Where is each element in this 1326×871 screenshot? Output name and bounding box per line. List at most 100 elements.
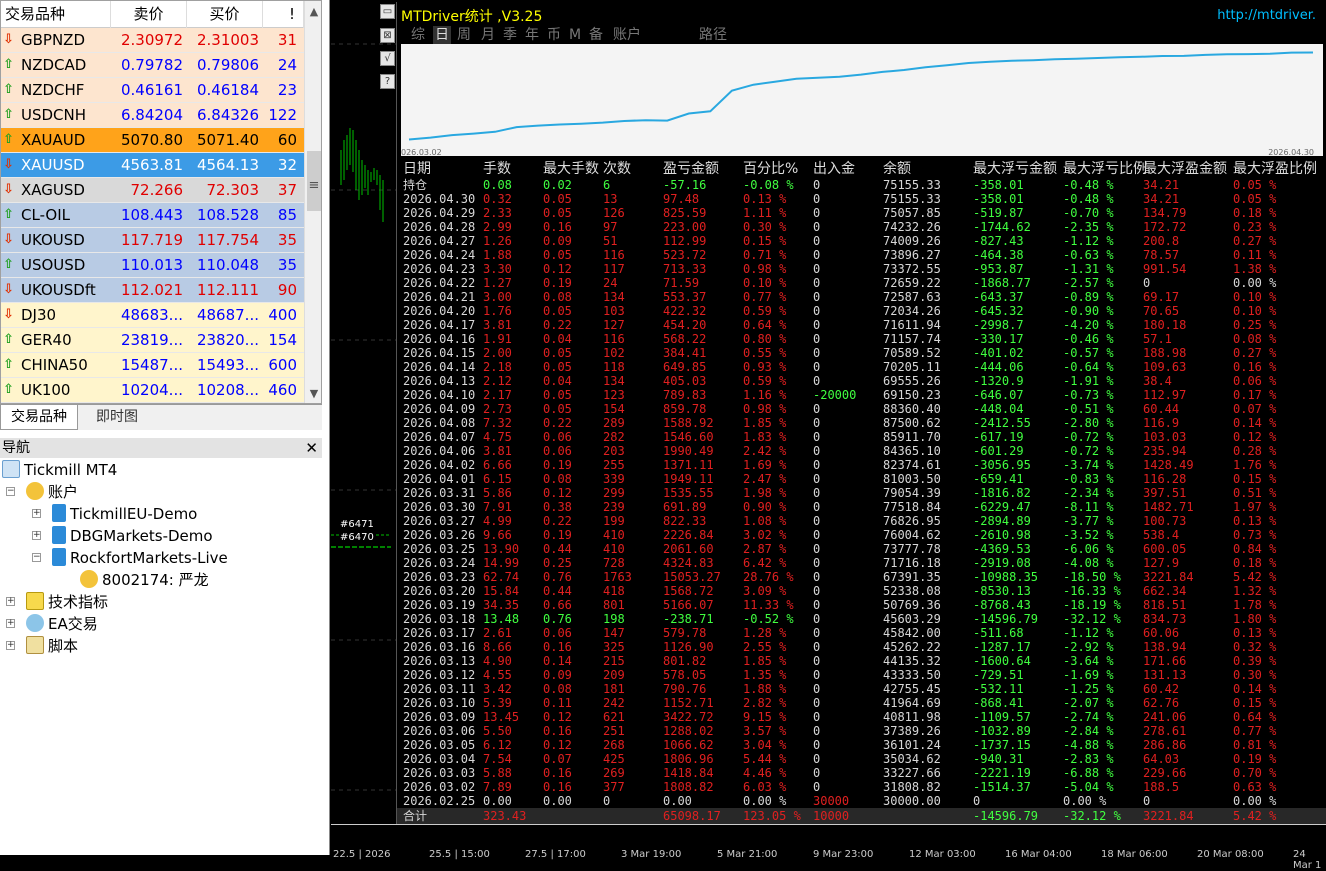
market-row[interactable]: ⇧ XAUAUD 5070.80 5071.40 60 bbox=[1, 128, 304, 153]
stats-cell: 523.72 bbox=[663, 248, 707, 262]
stats-tab[interactable]: M bbox=[569, 26, 581, 44]
stats-cell: 0.22 bbox=[543, 416, 572, 430]
ask-value: 72.303 bbox=[206, 181, 260, 199]
expand-indicators-icon[interactable]: + bbox=[6, 597, 15, 606]
stats-cell: 6.12 bbox=[483, 738, 512, 752]
market-row[interactable]: ⇧ CL-OIL 108.443 108.528 85 bbox=[1, 203, 304, 228]
stats-cell: -401.02 bbox=[973, 346, 1024, 360]
stats-cell: 41964.69 bbox=[883, 696, 941, 710]
stats-cell: -3.74 % bbox=[1063, 458, 1114, 472]
nav-scripts[interactable]: 脚本 bbox=[26, 636, 78, 656]
nav-ea[interactable]: EA交易 bbox=[26, 614, 98, 634]
stats-cell: -4.20 % bbox=[1063, 318, 1114, 332]
market-row[interactable]: ⇩ DJ30 48683... 48687... 400 bbox=[1, 303, 304, 328]
expand-scripts-icon[interactable]: + bbox=[6, 641, 15, 650]
spread-value: 90 bbox=[277, 281, 297, 299]
spread-value: 32 bbox=[277, 156, 297, 174]
nav-root[interactable]: Tickmill MT4 bbox=[2, 460, 117, 480]
stats-cell: 0.06 bbox=[543, 430, 572, 444]
stats-tab[interactable]: 路径 bbox=[699, 26, 727, 44]
stats-cell: -0.64 % bbox=[1063, 360, 1114, 374]
collapse-server-3-icon[interactable]: − bbox=[32, 553, 41, 562]
server-icon bbox=[52, 526, 66, 544]
symbol-name: NZDCHF bbox=[21, 81, 85, 99]
market-row[interactable]: ⇧ USOUSD 110.013 110.048 35 bbox=[1, 253, 304, 278]
stats-cell: 0.00 % bbox=[743, 794, 787, 808]
stats-cell: 4.99 bbox=[483, 514, 512, 528]
market-row[interactable]: ⇧ UK100 10204... 10208... 460 bbox=[1, 378, 304, 403]
stats-tab[interactable]: 备 bbox=[589, 26, 603, 44]
arrow-up-icon: ⇧ bbox=[3, 132, 14, 147]
header-bid[interactable]: 卖价 bbox=[111, 1, 187, 28]
stats-cell: -0.51 % bbox=[1063, 402, 1114, 416]
stats-cell: 1.88 bbox=[483, 248, 512, 262]
scroll-up-icon[interactable]: ▲ bbox=[306, 3, 321, 21]
help-icon[interactable]: ? bbox=[380, 74, 395, 89]
stats-cell: 0 bbox=[813, 528, 821, 542]
market-watch-scrollbar[interactable]: ▲ ≡ ▼ bbox=[304, 1, 321, 403]
close-icon[interactable]: ✕ bbox=[305, 438, 318, 458]
header-ask[interactable]: 买价 bbox=[187, 1, 263, 28]
stats-cell: -1.12 % bbox=[1063, 234, 1114, 248]
stats-cell: -57.16 bbox=[663, 178, 707, 192]
stats-tab[interactable]: 综 bbox=[411, 26, 425, 44]
stats-cell: 0 bbox=[813, 584, 821, 598]
market-row[interactable]: ⇧ CHINA50 15487... 15493... 600 bbox=[1, 353, 304, 378]
stats-url[interactable]: http://mtdriver. bbox=[1217, 8, 1316, 23]
header-spread[interactable]: ! bbox=[263, 1, 304, 28]
stats-tab[interactable]: 年 bbox=[525, 26, 539, 44]
stats-cell: 6.15 bbox=[483, 472, 512, 486]
stats-cell: 2026.04.10 bbox=[403, 388, 476, 402]
expand-server-2-icon[interactable]: + bbox=[32, 531, 41, 540]
stats-tab[interactable]: 周 bbox=[457, 26, 471, 44]
stats-cell: 0.64 % bbox=[743, 318, 787, 332]
market-row[interactable]: ⇩ XAGUSD 72.266 72.303 37 bbox=[1, 178, 304, 203]
market-row[interactable]: ⇩ XAUUSD 4563.81 4564.13 32 bbox=[1, 153, 304, 178]
nav-login[interactable]: 8002174: 严龙 bbox=[80, 570, 209, 590]
nav-server-1[interactable]: TickmillEU-Demo bbox=[52, 504, 197, 524]
stats-cell: 7.91 bbox=[483, 500, 512, 514]
market-row[interactable]: ⇩ GBPNZD 2.30972 2.31003 31 bbox=[1, 28, 304, 53]
stats-tab[interactable]: 账户 bbox=[613, 26, 641, 44]
stats-cell: 2026.04.23 bbox=[403, 262, 476, 276]
pin-icon[interactable]: ⊠ bbox=[380, 28, 395, 43]
stats-row: 2026.04.09 2.73 0.05 154 859.78 0.98 % 0 88360.… bbox=[397, 402, 1326, 416]
stats-cell: -464.38 bbox=[973, 248, 1024, 262]
bid-value: 6.84204 bbox=[120, 106, 183, 124]
stats-cell: 0.70 % bbox=[1233, 766, 1277, 780]
stats-cell: 0.04 bbox=[543, 374, 572, 388]
minimize-icon[interactable]: ▭ bbox=[380, 4, 395, 19]
stats-tab[interactable]: 日 bbox=[433, 26, 451, 44]
market-row[interactable]: ⇧ NZDCHF 0.46161 0.46184 23 bbox=[1, 78, 304, 103]
stats-cell: 2226.84 bbox=[663, 528, 714, 542]
nav-server-2[interactable]: DBGMarkets-Demo bbox=[52, 526, 213, 546]
expand-ea-icon[interactable]: + bbox=[6, 619, 15, 628]
check-icon[interactable]: √ bbox=[380, 51, 395, 66]
market-row[interactable]: ⇩ UKOUSD 117.719 117.754 35 bbox=[1, 228, 304, 253]
expand-server-1-icon[interactable]: + bbox=[32, 509, 41, 518]
market-row[interactable]: ⇧ NZDCAD 0.79782 0.79806 24 bbox=[1, 53, 304, 78]
header-symbol[interactable]: 交易品种 bbox=[1, 1, 111, 28]
tab-tick-chart[interactable]: 即时图 bbox=[86, 405, 148, 430]
stats-cell: 6.42 % bbox=[743, 556, 787, 570]
collapse-accounts-icon[interactable]: − bbox=[6, 487, 15, 496]
scroll-down-icon[interactable]: ▼ bbox=[306, 385, 321, 403]
stats-tab[interactable]: 币 bbox=[547, 26, 561, 44]
nav-accounts[interactable]: 账户 bbox=[26, 482, 78, 502]
stats-cell: -1744.62 bbox=[973, 220, 1031, 234]
curve-start-label: 026.03.02 bbox=[401, 148, 442, 157]
tab-symbols[interactable]: 交易品种 bbox=[0, 405, 78, 430]
market-row[interactable]: ⇩ UKOUSDft 112.021 112.111 90 bbox=[1, 278, 304, 303]
stats-cell: 0.17 % bbox=[1233, 388, 1277, 402]
stats-row: 2026.04.07 4.75 0.06 282 1546.60 1.83 % 0 85911… bbox=[397, 430, 1326, 444]
stats-cell: 0.15 % bbox=[1233, 472, 1277, 486]
market-row[interactable]: ⇧ GER40 23819... 23820... 154 bbox=[1, 328, 304, 353]
stats-cell: 1.35 % bbox=[743, 668, 787, 682]
nav-server-3[interactable]: RockfortMarkets-Live bbox=[52, 548, 228, 568]
stats-cell: 0 bbox=[813, 192, 821, 206]
market-row[interactable]: ⇧ USDCNH 6.84204 6.84326 122 bbox=[1, 103, 304, 128]
stats-tab[interactable]: 月 bbox=[481, 26, 495, 44]
stats-tab[interactable]: 季 bbox=[503, 26, 517, 44]
menu-icon[interactable]: ≡ bbox=[306, 177, 321, 195]
nav-indicators[interactable]: 技术指标 bbox=[26, 592, 108, 612]
